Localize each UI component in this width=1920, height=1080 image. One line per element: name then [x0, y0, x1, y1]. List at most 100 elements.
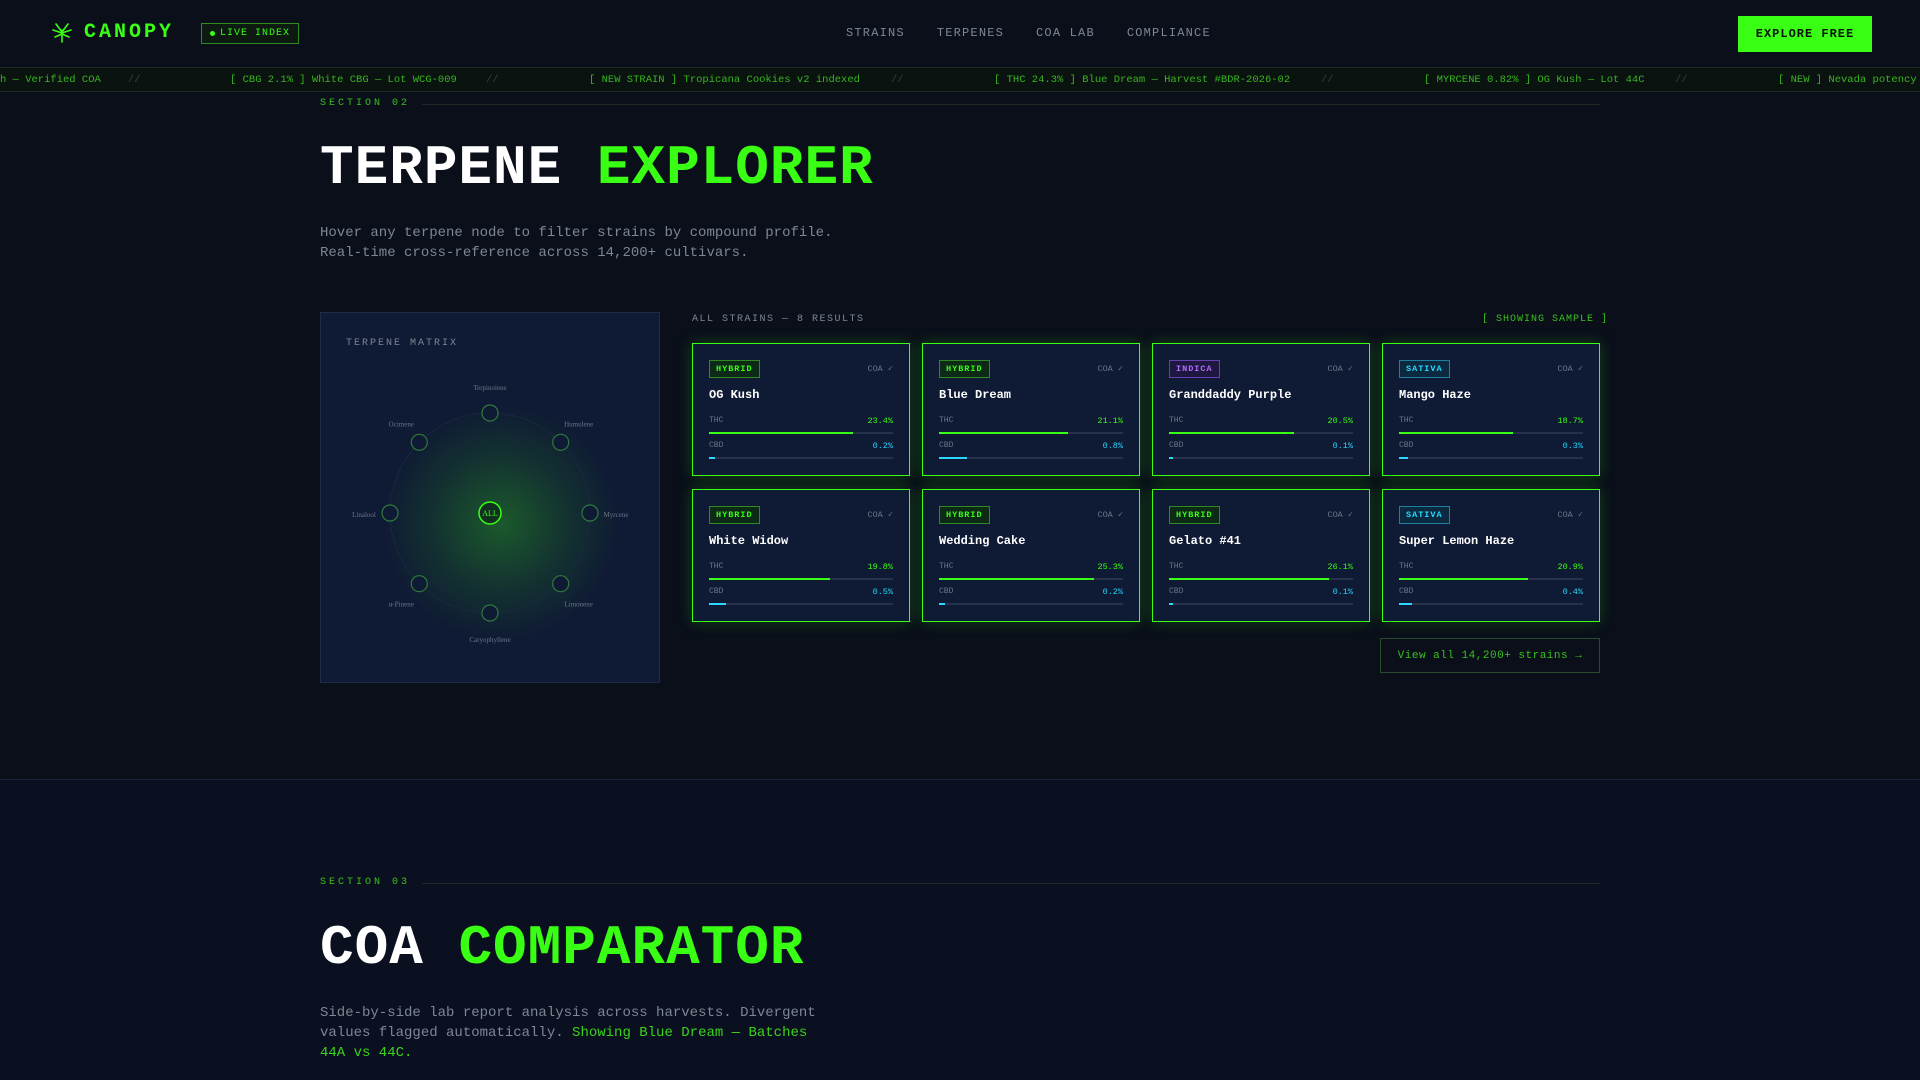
cbd-bar — [939, 457, 1123, 459]
thc-value: 18.7% — [1557, 416, 1583, 426]
ticker-item: [ CBG 2.1% ] White CBG — Lot WCG-009 — [230, 74, 457, 86]
ticker-item: [ MYRCENE 0.82% ] OG Kush — Lot 44C — [1424, 74, 1645, 86]
terpene-node[interactable] — [581, 504, 599, 522]
strain-name: White Widow — [709, 534, 789, 548]
thc-label: THC — [709, 562, 724, 571]
ticker-separator: // — [1321, 74, 1334, 86]
strain-name: Blue Dream — [939, 388, 1012, 402]
explore-free-button[interactable]: EXPLORE FREE — [1738, 16, 1872, 52]
section-02-rule — [422, 104, 1600, 105]
thc-label: THC — [1399, 416, 1414, 425]
terpene-node[interactable] — [481, 604, 499, 622]
terpene-node[interactable] — [552, 575, 570, 593]
thc-bar — [709, 432, 893, 434]
terpene-node[interactable] — [381, 504, 399, 522]
thc-label: THC — [1399, 562, 1414, 571]
terpene-node[interactable] — [481, 404, 499, 422]
coa-verified-label: COA ✓ — [1097, 510, 1123, 520]
view-all-strains-button[interactable]: View all 14,200+ strains → — [1380, 638, 1600, 673]
logo-text: CANOPY — [84, 20, 175, 44]
strain-card[interactable]: HYBRID COA ✓ Blue Dream THC 21.1% CBD 0.8% — [922, 343, 1140, 476]
cbd-bar-fill — [939, 457, 967, 459]
thc-bar — [1169, 432, 1353, 434]
thc-bar-fill — [939, 578, 1094, 580]
strain-card[interactable]: SATIVA COA ✓ Super Lemon Haze THC 20.9% CBD 0.… — [1382, 489, 1600, 622]
ticker-separator: // — [486, 74, 499, 86]
cbd-label: CBD — [939, 587, 954, 596]
showing-sample-label: [ SHOWING SAMPLE ] — [1482, 314, 1609, 325]
live-badge-label: LIVE INDEX — [220, 28, 291, 39]
title-main: COA — [320, 916, 424, 980]
nav-link-terpenes[interactable]: TERPENES — [937, 26, 1004, 40]
section-03-title: COA COMPARATOR — [320, 916, 805, 980]
thc-label: THC — [1169, 416, 1184, 425]
cbd-label: CBD — [1399, 441, 1414, 450]
top-nav: CANOPY LIVE INDEX STRAINS TERPENES COA L… — [0, 0, 1920, 68]
strain-card[interactable]: HYBRID COA ✓ Wedding Cake THC 25.3% CBD 0.2% — [922, 489, 1140, 622]
hemp-leaf-icon — [50, 20, 74, 44]
terpene-node-label: Limonene — [565, 601, 593, 609]
terpene-node-label: Caryophyllene — [469, 636, 510, 644]
nav-link-compliance[interactable]: COMPLIANCE — [1127, 26, 1211, 40]
ticker-item: [ THC 24.3% ] Blue Dream — Harvest #BDR-… — [994, 74, 1291, 86]
coa-verified-label: COA ✓ — [1327, 510, 1353, 520]
strain-card[interactable]: HYBRID COA ✓ White Widow THC 19.8% CBD 0.5% — [692, 489, 910, 622]
section-03-description: Side-by-side lab report analysis across … — [320, 1003, 840, 1063]
thc-bar-fill — [1399, 432, 1514, 434]
strain-type-badge: HYBRID — [939, 360, 990, 378]
cbd-bar — [1399, 603, 1583, 605]
strain-card[interactable]: HYBRID COA ✓ Gelato #41 THC 26.1% CBD 0.1% — [1152, 489, 1370, 622]
cbd-bar-fill — [1399, 603, 1412, 605]
thc-value: 25.3% — [1097, 562, 1123, 572]
cbd-bar-fill — [1169, 603, 1173, 605]
strain-name: Granddaddy Purple — [1169, 388, 1292, 402]
coa-verified-label: COA ✓ — [867, 364, 893, 374]
cbd-label: CBD — [709, 441, 724, 450]
section-02-title: TERPENE EXPLORER — [320, 136, 874, 200]
nav-link-strains[interactable]: STRAINS — [846, 26, 905, 40]
thc-value: 20.5% — [1327, 416, 1353, 426]
ticker-item: [ NEW ] Nevada potency — [1778, 74, 1917, 86]
strain-type-badge: SATIVA — [1399, 506, 1450, 524]
terpene-node-label: Linalool — [352, 511, 376, 519]
news-ticker: h — Verified COA // [ CBG 2.1% ] White CBG… — [0, 68, 1920, 92]
terpene-node-label: Humulene — [564, 420, 593, 428]
cbd-value: 0.1% — [1332, 587, 1353, 597]
terpene-node[interactable] — [410, 575, 428, 593]
thc-bar — [1399, 578, 1583, 580]
cbd-value: 0.8% — [1102, 441, 1123, 451]
thc-bar-fill — [709, 578, 831, 580]
logo[interactable]: CANOPY — [50, 20, 174, 44]
terpene-node-label: α-Pinene — [389, 601, 414, 609]
cbd-value: 0.1% — [1332, 441, 1353, 451]
strain-card[interactable]: HYBRID COA ✓ OG Kush THC 23.4% CBD 0.2% — [692, 343, 910, 476]
thc-bar-fill — [1169, 432, 1295, 434]
cbd-bar — [1399, 457, 1583, 459]
strain-type-badge: INDICA — [1169, 360, 1220, 378]
strain-type-badge: HYBRID — [939, 506, 990, 524]
cbd-value: 0.4% — [1562, 587, 1583, 597]
thc-bar — [709, 578, 893, 580]
strain-card[interactable]: INDICA COA ✓ Granddaddy Purple THC 20.5% CBD 0… — [1152, 343, 1370, 476]
cbd-bar-fill — [709, 457, 715, 459]
terpene-node-label: Ocimene — [389, 420, 414, 428]
title-accent: COMPARATOR — [458, 916, 805, 980]
nav-link-coa-lab[interactable]: COA LAB — [1036, 26, 1095, 40]
cbd-label: CBD — [1169, 441, 1184, 450]
strain-name: Wedding Cake — [939, 534, 1026, 548]
terpene-node[interactable] — [552, 433, 570, 451]
thc-bar-fill — [1399, 578, 1528, 580]
cbd-value: 0.2% — [872, 441, 893, 451]
strain-card[interactable]: SATIVA COA ✓ Mango Haze THC 18.7% CBD 0.3% — [1382, 343, 1600, 476]
results-heading: ALL STRAINS — 8 RESULTS — [692, 314, 865, 325]
strain-type-badge: HYBRID — [709, 360, 760, 378]
thc-label: THC — [939, 416, 954, 425]
cbd-bar-fill — [709, 603, 726, 605]
thc-bar-fill — [939, 432, 1068, 434]
cbd-bar — [939, 603, 1123, 605]
cbd-bar — [1169, 603, 1353, 605]
section-02-description: Hover any terpene node to filter strains… — [320, 225, 833, 261]
coa-verified-label: COA ✓ — [1557, 510, 1583, 520]
terpene-node[interactable] — [410, 433, 428, 451]
thc-bar-fill — [709, 432, 853, 434]
